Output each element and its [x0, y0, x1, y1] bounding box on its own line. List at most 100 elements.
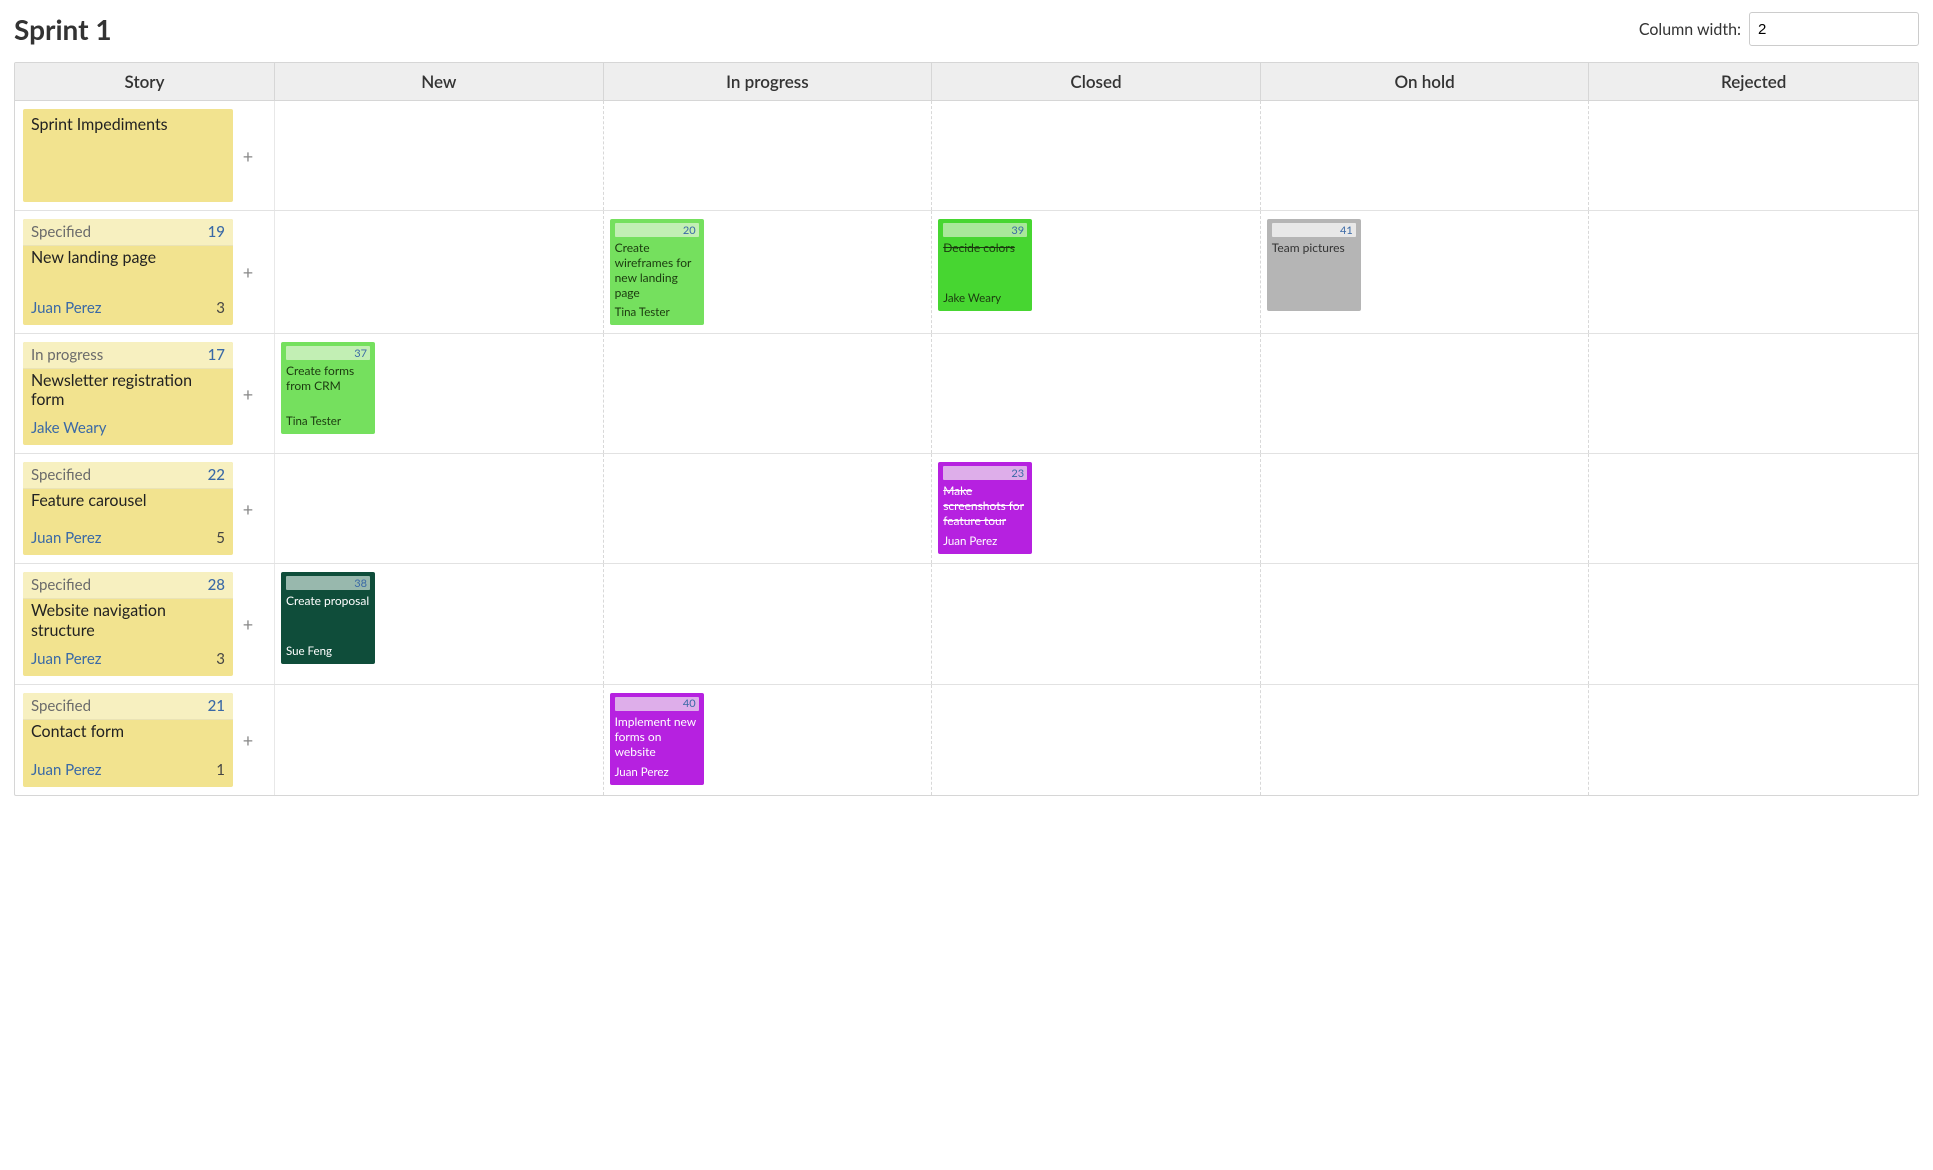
lane-rejected[interactable]: [1589, 334, 1918, 453]
task-owner: Juan Perez: [943, 529, 1027, 548]
lane-in-progress[interactable]: [604, 564, 933, 683]
task-title: Make screenshots for feature tour: [943, 483, 1027, 528]
header-in-progress: In progress: [604, 63, 933, 100]
lane-new[interactable]: [275, 101, 604, 210]
story-owner[interactable]: Juan Perez: [31, 761, 102, 779]
story-owner[interactable]: Jake Weary: [31, 419, 107, 437]
task-title: Create wireframes for new landing page: [615, 240, 699, 300]
lane-rejected[interactable]: [1589, 564, 1918, 683]
task-card[interactable]: 37 Create forms from CRM Tina Tester: [281, 342, 375, 434]
story-id: 21: [208, 697, 225, 715]
board-row: Specified21Contact formJuan Perez1+40Imp…: [15, 685, 1918, 795]
task-card[interactable]: 38Create proposalSue Feng: [281, 572, 375, 664]
board-row: Specified 22 Feature carousel Juan Perez 5 +2…: [15, 454, 1918, 564]
story-points: 5: [216, 529, 225, 547]
task-id: 40: [683, 697, 696, 710]
column-width-label: Column width:: [1639, 20, 1741, 39]
story-card[interactable]: Specified 22 Feature carousel Juan Perez 5: [23, 462, 233, 555]
lane-rejected[interactable]: [1589, 211, 1918, 333]
lane-on-hold[interactable]: [1261, 564, 1590, 683]
add-task-button[interactable]: +: [233, 342, 263, 445]
story-status: Specified: [31, 466, 91, 484]
task-owner: Juan Perez: [615, 760, 699, 779]
header-on-hold: On hold: [1261, 63, 1590, 100]
task-card[interactable]: 39Decide colorsJake Weary: [938, 219, 1032, 311]
add-task-button[interactable]: +: [233, 462, 263, 555]
task-card[interactable]: 41 Team pictures: [1267, 219, 1361, 311]
lane-rejected[interactable]: [1589, 685, 1918, 795]
board-row: In progress17Newsletter registration for…: [15, 334, 1918, 454]
lane-in-progress[interactable]: [604, 101, 933, 210]
story-id: 17: [208, 346, 225, 364]
column-width-input[interactable]: [1749, 12, 1919, 46]
story-owner[interactable]: Juan Perez: [31, 299, 102, 317]
story-title: Website navigation structure: [31, 601, 225, 639]
task-card[interactable]: 20 Create wireframes for new landing page…: [610, 219, 704, 325]
story-cell: Specified 22 Feature carousel Juan Perez 5 +: [15, 454, 275, 563]
story-card[interactable]: Sprint Impediments: [23, 109, 233, 202]
add-task-button[interactable]: +: [233, 572, 263, 675]
add-task-button[interactable]: +: [233, 693, 263, 787]
lane-rejected[interactable]: [1589, 454, 1918, 563]
lane-on-hold[interactable]: [1261, 334, 1590, 453]
board-row: Specified19New landing pageJuan Perez3+2…: [15, 211, 1918, 334]
lane-in-progress[interactable]: [604, 334, 933, 453]
task-title: Decide colors: [943, 240, 1027, 255]
task-id: 37: [354, 347, 367, 360]
header-rejected: Rejected: [1589, 63, 1918, 100]
lane-new[interactable]: 38Create proposalSue Feng: [275, 564, 604, 683]
lane-closed[interactable]: [932, 564, 1261, 683]
task-title: Create proposal: [286, 593, 370, 608]
story-owner[interactable]: Juan Perez: [31, 650, 102, 668]
header-closed: Closed: [932, 63, 1261, 100]
lane-in-progress[interactable]: 40Implement new forms on websiteJuan Per…: [604, 685, 933, 795]
story-id: 19: [208, 223, 225, 241]
story-cell: Specified28Website navigation structureJ…: [15, 564, 275, 683]
lane-new[interactable]: [275, 454, 604, 563]
column-width-control: Column width:: [1639, 12, 1919, 46]
story-owner[interactable]: Juan Perez: [31, 529, 102, 547]
lane-rejected[interactable]: [1589, 101, 1918, 210]
story-id: 22: [208, 466, 225, 484]
lane-new[interactable]: [275, 685, 604, 795]
add-task-button[interactable]: +: [233, 219, 263, 325]
board-row: Sprint Impediments+: [15, 101, 1918, 211]
story-card[interactable]: In progress17Newsletter registration for…: [23, 342, 233, 445]
lane-new[interactable]: 37 Create forms from CRM Tina Tester: [275, 334, 604, 453]
story-cell: Sprint Impediments+: [15, 101, 275, 210]
lane-on-hold[interactable]: [1261, 454, 1590, 563]
lane-on-hold[interactable]: 41 Team pictures: [1261, 211, 1590, 333]
add-task-button[interactable]: +: [233, 109, 263, 202]
story-status: In progress: [31, 346, 103, 364]
story-card[interactable]: Specified21Contact formJuan Perez1: [23, 693, 233, 787]
header-new: New: [275, 63, 604, 100]
task-id: 41: [1340, 224, 1353, 237]
lane-closed[interactable]: 39Decide colorsJake Weary: [932, 211, 1261, 333]
lane-on-hold[interactable]: [1261, 685, 1590, 795]
lane-closed[interactable]: 23Make screenshots for feature tourJuan …: [932, 454, 1261, 563]
page-title: Sprint 1: [14, 12, 112, 46]
lane-on-hold[interactable]: [1261, 101, 1590, 210]
lane-new[interactable]: [275, 211, 604, 333]
task-card[interactable]: 40Implement new forms on websiteJuan Per…: [610, 693, 704, 785]
task-owner: Tina Tester: [286, 409, 370, 428]
lane-closed[interactable]: [932, 101, 1261, 210]
story-title: Feature carousel: [31, 491, 225, 510]
task-title: Create forms from CRM: [286, 363, 370, 393]
task-card[interactable]: 23Make screenshots for feature tourJuan …: [938, 462, 1032, 554]
task-owner: Tina Tester: [615, 300, 699, 319]
task-id: 38: [354, 577, 367, 590]
task-title: Team pictures: [1272, 240, 1356, 255]
lane-in-progress[interactable]: [604, 454, 933, 563]
story-card[interactable]: Specified19New landing pageJuan Perez3: [23, 219, 233, 325]
lane-closed[interactable]: [932, 334, 1261, 453]
lane-closed[interactable]: [932, 685, 1261, 795]
story-cell: Specified21Contact formJuan Perez1+: [15, 685, 275, 795]
story-card[interactable]: Specified28Website navigation structureJ…: [23, 572, 233, 675]
task-id: 39: [1011, 224, 1024, 237]
lane-in-progress[interactable]: 20 Create wireframes for new landing page…: [604, 211, 933, 333]
task-id: 20: [683, 224, 696, 237]
story-status: Specified: [31, 576, 91, 594]
story-title: Contact form: [31, 722, 225, 741]
story-status: Specified: [31, 697, 91, 715]
